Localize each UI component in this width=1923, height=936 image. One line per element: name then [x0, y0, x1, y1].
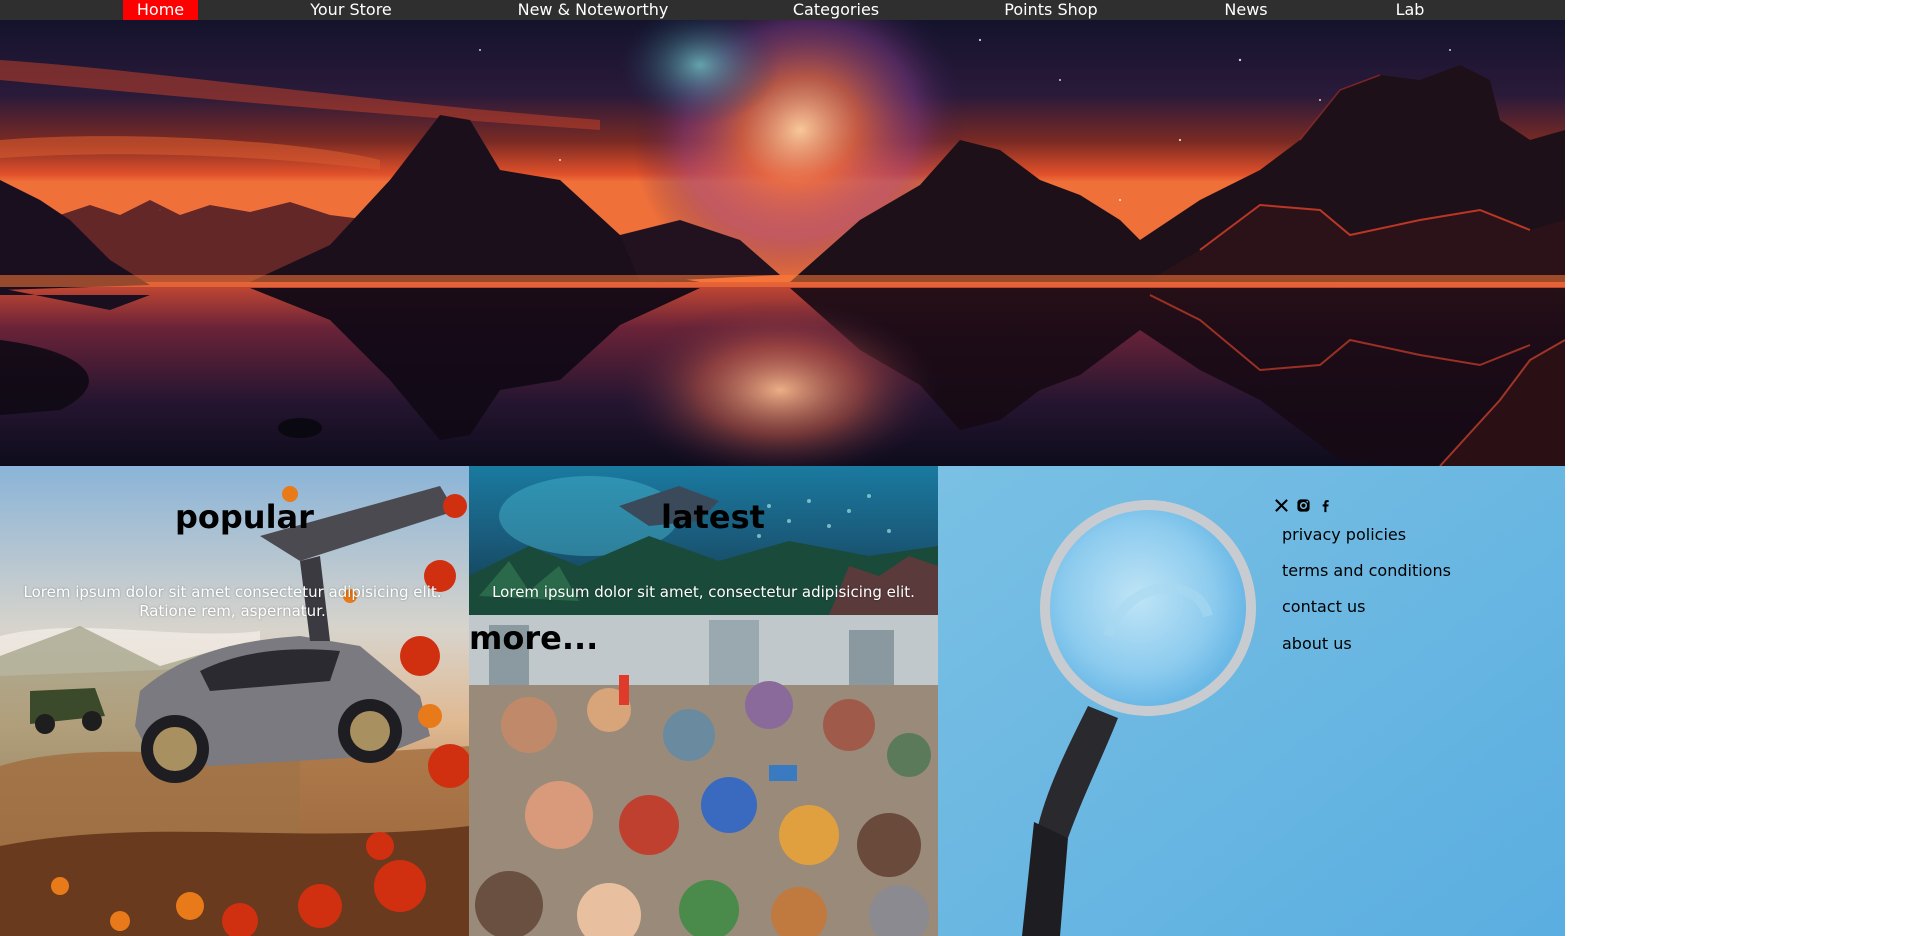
- site-content: Home Your Store New & Noteworthy Categor…: [0, 0, 1565, 936]
- x-twitter-icon[interactable]: [1274, 498, 1289, 513]
- facebook-icon[interactable]: [1318, 498, 1333, 513]
- tile-more-title: more...: [469, 619, 599, 657]
- nav-item-news[interactable]: News: [1216, 0, 1276, 20]
- tile-latest[interactable]: latest Lorem ipsum dolor sit amet, conse…: [469, 466, 938, 615]
- tile-latest-title: latest: [661, 498, 765, 536]
- nav-item-your-store[interactable]: Your Store: [296, 0, 406, 20]
- top-nav: Home Your Store New & Noteworthy Categor…: [0, 0, 1565, 20]
- hero-landscape-image: [0, 20, 1565, 466]
- footer-link-terms-and-conditions[interactable]: terms and conditions: [1282, 561, 1451, 580]
- tile-popular-description: Lorem ipsum dolor sit amet consectetur a…: [23, 583, 442, 620]
- instagram-icon[interactable]: [1296, 498, 1311, 513]
- footer-link-contact-us[interactable]: contact us: [1282, 597, 1365, 616]
- nav-item-lab[interactable]: Lab: [1386, 0, 1434, 20]
- footer-link-privacy-policies[interactable]: privacy policies: [1282, 525, 1406, 544]
- tile-popular-title: popular: [175, 498, 314, 536]
- nav-item-points-shop[interactable]: Points Shop: [998, 0, 1104, 20]
- more-games-collage-image: [469, 615, 938, 936]
- magnifying-glass-image: [938, 466, 1565, 936]
- popular-game-image: [0, 466, 469, 936]
- tile-latest-description: Lorem ipsum dolor sit amet, consectetur …: [492, 583, 915, 601]
- nav-item-categories[interactable]: Categories: [783, 0, 889, 20]
- nav-item-home[interactable]: Home: [123, 0, 198, 20]
- tile-popular[interactable]: popular Lorem ipsum dolor sit amet conse…: [0, 466, 469, 936]
- nav-item-new-and-noteworthy[interactable]: New & Noteworthy: [513, 0, 673, 20]
- footer-link-about-us[interactable]: about us: [1282, 634, 1352, 653]
- page: Home Your Store New & Noteworthy Categor…: [0, 0, 1923, 936]
- hero-banner: [0, 20, 1565, 466]
- info-panel: privacy policies terms and conditions co…: [938, 466, 1565, 936]
- tile-more[interactable]: more...: [469, 615, 938, 936]
